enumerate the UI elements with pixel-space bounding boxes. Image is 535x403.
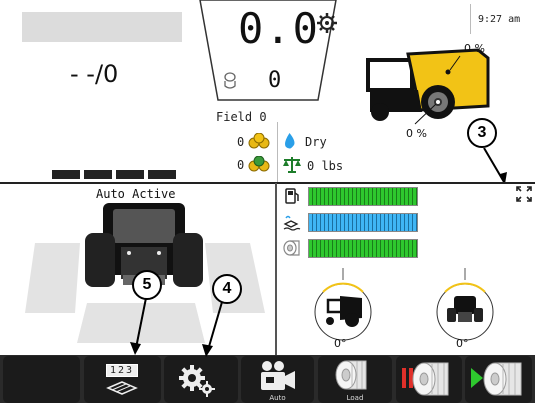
fuel-gauge-fill bbox=[309, 188, 417, 205]
vertical-divider bbox=[275, 183, 277, 355]
callout-5: 5 bbox=[132, 270, 162, 300]
roll-angle: 0° bbox=[456, 337, 469, 350]
start-wrap-button[interactable] bbox=[465, 356, 532, 403]
callout-4: 4 bbox=[212, 274, 242, 304]
field-counter-button[interactable]: 123 bbox=[84, 356, 161, 403]
callout-4-arrow bbox=[202, 302, 223, 357]
clock: 9:27 am bbox=[478, 14, 521, 25]
guidance-status: Auto Active bbox=[96, 187, 176, 201]
pitch-indicator bbox=[314, 268, 372, 341]
speed-value: 0.0 bbox=[238, 4, 320, 53]
auto-camera-button[interactable]: Auto bbox=[241, 356, 314, 403]
bales-icon bbox=[248, 133, 270, 149]
gear-icon[interactable] bbox=[316, 12, 338, 34]
moisture-drop-icon bbox=[285, 133, 295, 149]
field-rows-icon bbox=[106, 381, 138, 395]
top-left-blank-bar bbox=[22, 12, 182, 42]
net-roll-icon bbox=[283, 240, 300, 256]
camera-icon bbox=[261, 361, 295, 390]
play-roll-icon bbox=[471, 362, 522, 396]
net-gauge bbox=[308, 239, 418, 258]
pitch-angle: 0° bbox=[334, 337, 347, 350]
bale-roll-icon bbox=[335, 360, 367, 390]
bale-count: 0 bbox=[237, 135, 245, 149]
settings-button[interactable] bbox=[164, 356, 238, 403]
roll-indicator bbox=[436, 268, 494, 341]
fuel-gauge bbox=[308, 187, 418, 206]
callout-3: 3 bbox=[467, 118, 497, 148]
fuel-icon bbox=[285, 188, 299, 204]
combine-top-percent: 0 % bbox=[464, 42, 485, 55]
load-label: Load bbox=[346, 394, 364, 402]
field-divider bbox=[277, 122, 278, 182]
load-button[interactable]: Load bbox=[318, 356, 392, 403]
bale-count-2: 0 bbox=[237, 158, 245, 172]
signal-bars bbox=[52, 170, 177, 179]
expand-icon[interactable] bbox=[516, 186, 532, 202]
def-icon bbox=[283, 215, 301, 231]
weight-value: 0 lbs bbox=[307, 159, 344, 173]
combine-image bbox=[366, 48, 490, 125]
auto-label: Auto bbox=[269, 394, 286, 402]
combine-bottom-percent: 0 % bbox=[406, 127, 427, 140]
secondary-value: 0 bbox=[268, 68, 282, 93]
scale-icon bbox=[283, 157, 301, 173]
gears-icon bbox=[179, 365, 215, 397]
pause-roll-icon bbox=[402, 362, 449, 396]
bales-green-icon bbox=[248, 156, 270, 172]
def-gauge-fill bbox=[309, 214, 417, 231]
bale-count-icon bbox=[224, 72, 236, 89]
pause-wrap-button[interactable] bbox=[396, 356, 462, 403]
counter-label: 123 bbox=[106, 364, 139, 377]
def-gauge bbox=[308, 213, 418, 232]
toolbar-blank-button[interactable] bbox=[3, 356, 80, 403]
moisture-value: Dry bbox=[305, 135, 327, 149]
net-gauge-fill bbox=[309, 240, 417, 257]
speed-ratio: - -/0 bbox=[70, 60, 119, 88]
horizontal-divider bbox=[0, 182, 535, 184]
status-divider bbox=[470, 4, 471, 34]
field-label: Field 0 bbox=[216, 110, 267, 124]
callout-5-arrow bbox=[130, 298, 147, 355]
